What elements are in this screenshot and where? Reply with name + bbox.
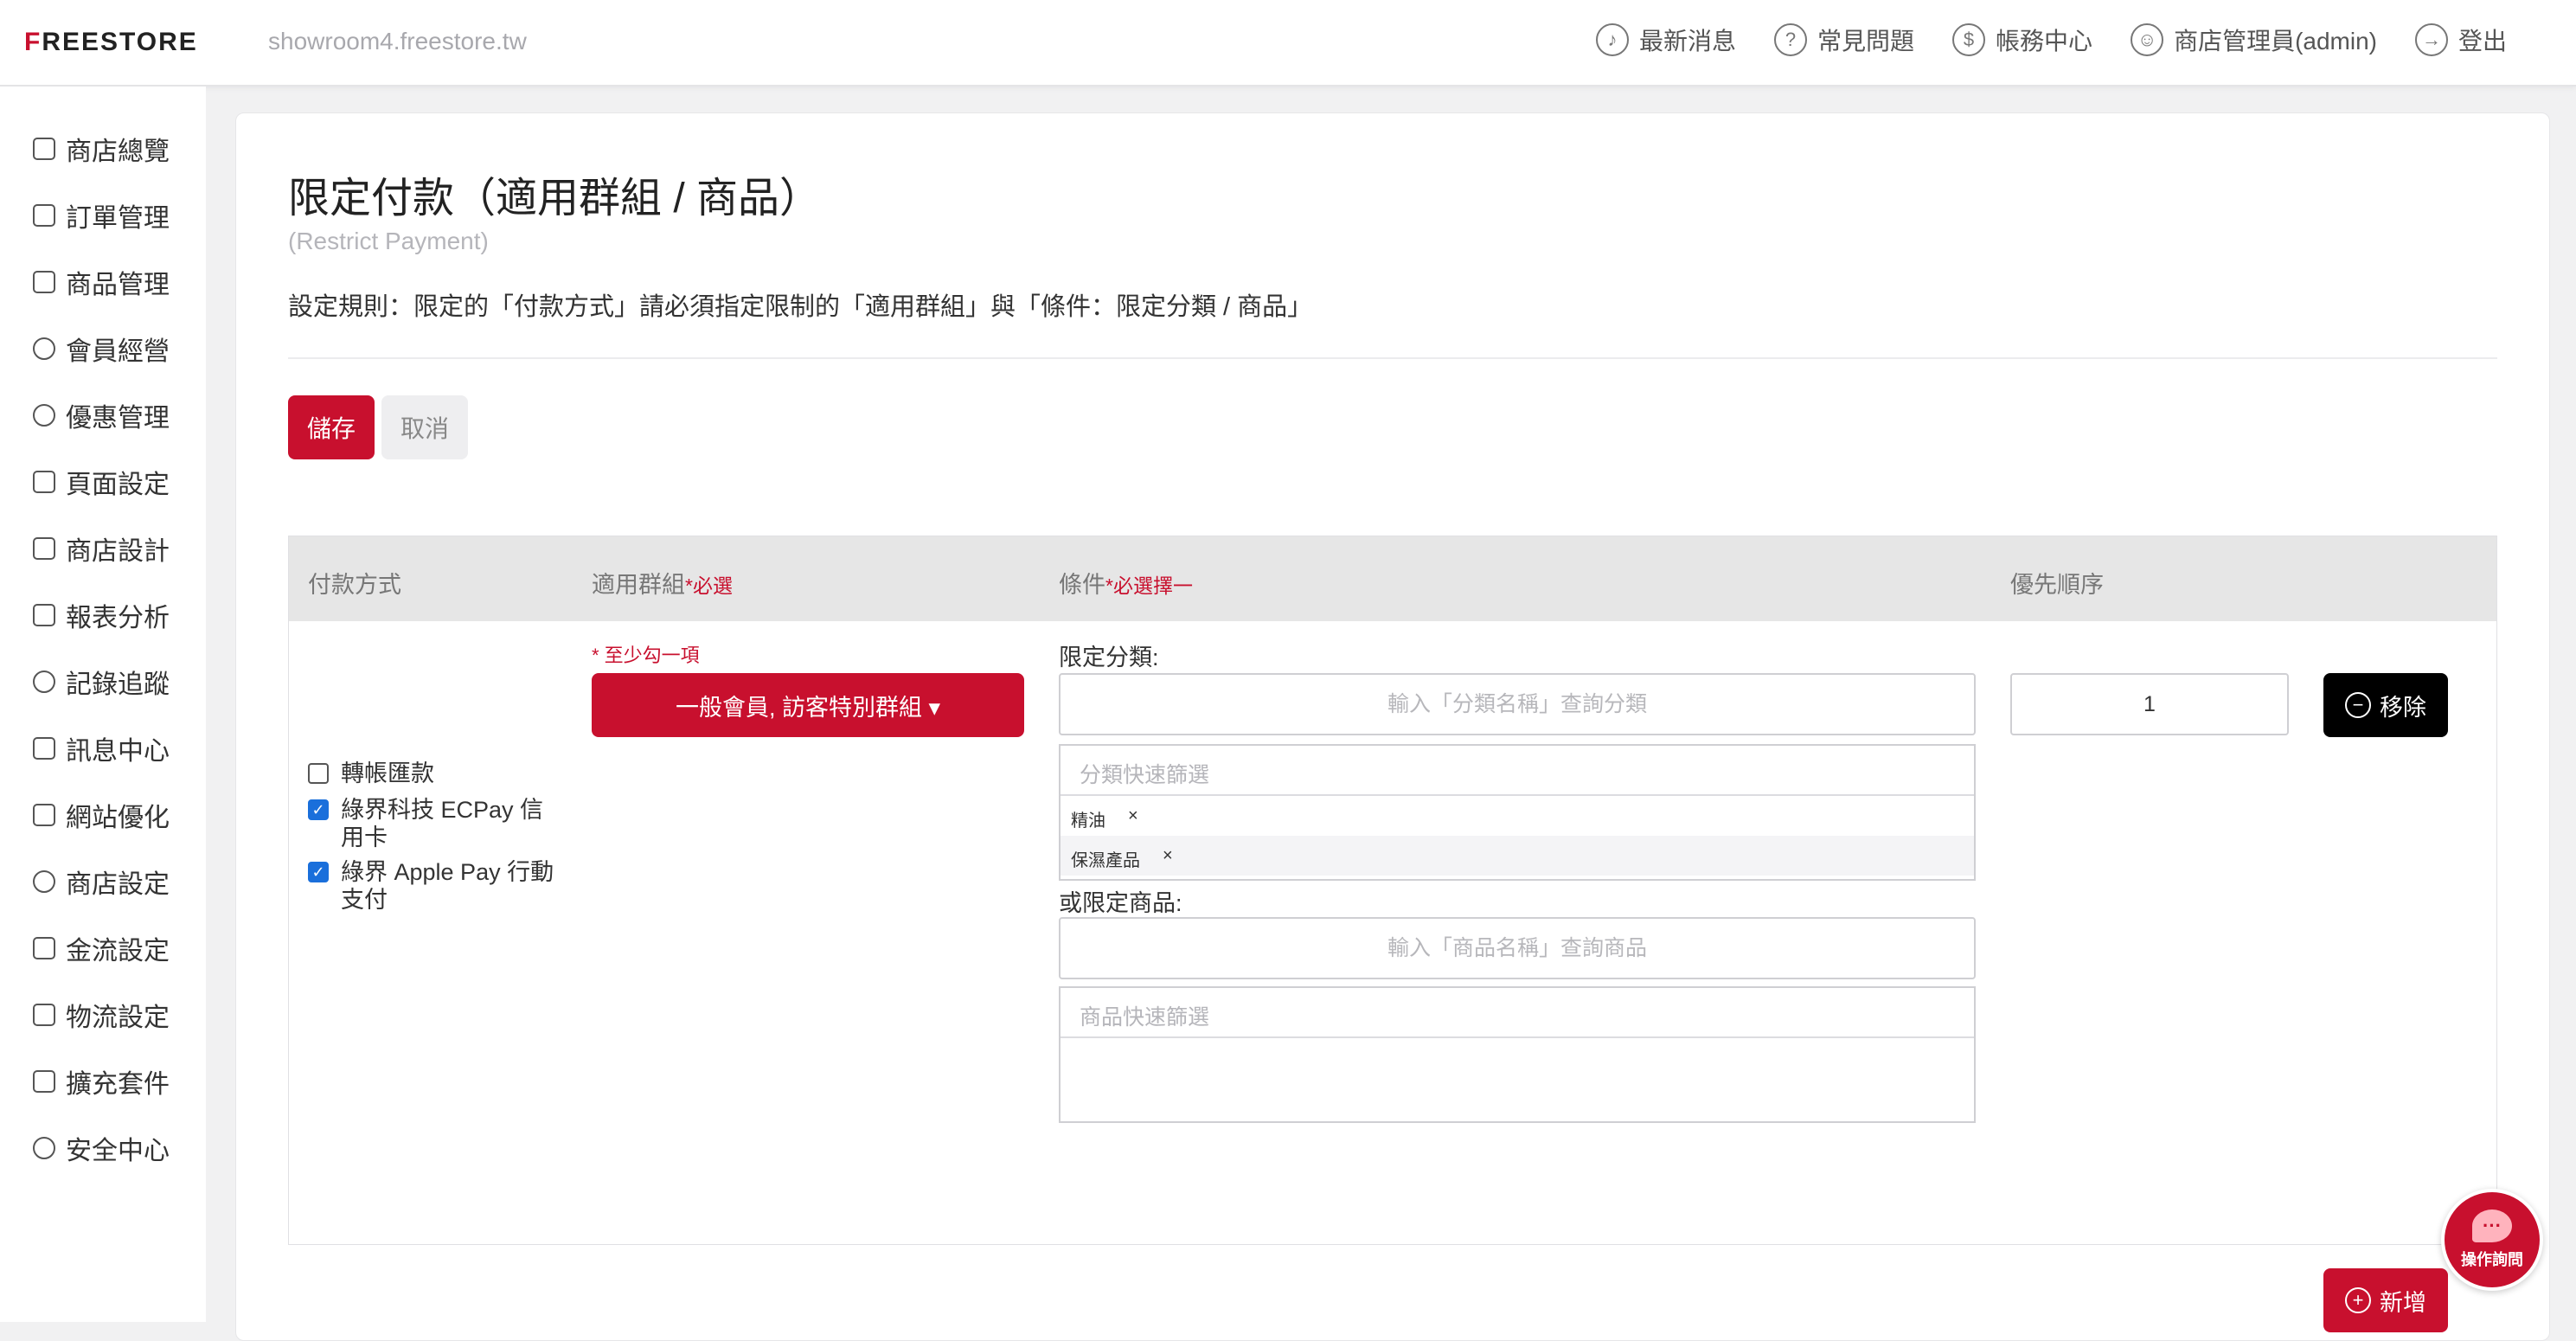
sidebar-item-design[interactable]: 商店設計 (33, 529, 170, 568)
sidebar-item-seo[interactable]: 網站優化 (33, 796, 170, 834)
sidebar-item-logistics[interactable]: 物流設定 (33, 996, 170, 1034)
shield-icon (33, 1137, 55, 1159)
category-label: 限定分類: (1059, 645, 1159, 670)
product-search-input[interactable] (1059, 917, 1976, 979)
page-subtitle: (Restrict Payment) (288, 228, 489, 254)
close-icon[interactable]: × (1163, 846, 1173, 865)
nav-faq[interactable]: ? 常見問題 (1774, 22, 1914, 57)
card-icon (33, 937, 55, 959)
plus-circle-icon: + (2345, 1287, 2371, 1313)
rule-description: 設定規則：限定的「付款方式」請必須指定限制的「適用群組」與「條件：限定分類 / … (288, 293, 1313, 321)
payment-option-ecpay-card[interactable]: ✓ 綠界科技 ECPay 信用卡 (308, 796, 559, 851)
sidebar-item-store-settings[interactable]: 商店設定 (33, 863, 170, 901)
category-filter-input[interactable]: 分類快速篩選 (1061, 746, 1974, 796)
truck-icon (33, 1004, 55, 1026)
caret-down-icon: ▾ (928, 694, 941, 721)
product-filter-box: 商品快速篩選 (1059, 986, 1976, 1123)
product-filter-input[interactable]: 商品快速篩選 (1061, 988, 1974, 1038)
nav-logout[interactable]: → 登出 (2414, 22, 2507, 57)
sidebar-item-promotions[interactable]: 優惠管理 (33, 396, 170, 434)
freestore-logo[interactable]: FREESTORE (24, 28, 198, 57)
header-priority: 優先順序 (2010, 572, 2104, 598)
megaphone-icon (33, 737, 55, 760)
sidebar-item-tracking[interactable]: 記錄追蹤 (33, 663, 170, 701)
basket-icon (33, 204, 55, 227)
checkbox[interactable] (308, 763, 329, 784)
add-button[interactable]: + 新增 (2323, 1268, 2448, 1332)
checkbox-checked[interactable]: ✓ (308, 799, 329, 820)
monitor-icon (33, 804, 55, 826)
product-label: 或限定商品: (1059, 890, 1182, 916)
logout-icon: → (2414, 23, 2448, 56)
page-title: 限定付款（適用群組 / 商品） (288, 176, 822, 221)
sidebar-item-reports[interactable]: 報表分析 (33, 596, 170, 634)
sidebar-item-overview[interactable]: 商店總覽 (33, 130, 170, 168)
payment-option-transfer[interactable]: 轉帳匯款 (308, 760, 559, 787)
table-header: 付款方式 適用群組*必選 條件*必選擇一 優先順序 (289, 536, 2496, 621)
save-button[interactable]: 儲存 (288, 395, 375, 459)
chat-bubble-icon: ··· (2472, 1209, 2512, 1242)
clipboard-icon (33, 271, 55, 293)
category-search-input[interactable] (1059, 673, 1976, 735)
priority-input[interactable] (2010, 673, 2289, 735)
sidebar-item-payment-settings[interactable]: 金流設定 (33, 929, 170, 967)
header-payment: 付款方式 (308, 572, 401, 598)
apps-icon (33, 1070, 55, 1093)
remove-button[interactable]: − 移除 (2323, 673, 2448, 737)
sidebar: 商店總覽 訂單管理 商品管理 會員經營 優惠管理 頁面設定 商店設計 報表分析 … (0, 87, 206, 1322)
nav-admin[interactable]: ☺ 商店管理員(admin) (2131, 22, 2377, 57)
header-group: 適用群組*必選 (592, 572, 733, 598)
top-bar: FREESTORE showroom4.freestore.tw ♪ 最新消息 … (0, 0, 2576, 87)
restriction-table: 付款方式 適用群組*必選 條件*必選擇一 優先順序 轉帳匯款 ✓ 綠界科技 EC… (288, 536, 2497, 1332)
sidebar-item-orders[interactable]: 訂單管理 (33, 196, 170, 234)
sidebar-item-extensions[interactable]: 擴充套件 (33, 1062, 170, 1100)
payment-option-apple-pay[interactable]: ✓ 綠界 Apple Pay 行動支付 (308, 858, 559, 914)
user-icon: ☺ (2131, 23, 2164, 56)
group-select-dropdown[interactable]: 一般會員, 訪客特別群組 ▾ (592, 673, 1024, 737)
person-icon (33, 337, 55, 360)
sidebar-item-security[interactable]: 安全中心 (33, 1129, 170, 1167)
nav-billing[interactable]: $ 帳務中心 (1952, 22, 2092, 57)
category-tag: 保濕產品 × (1061, 836, 1974, 876)
nav-news[interactable]: ♪ 最新消息 (1596, 22, 1736, 57)
cancel-button[interactable]: 取消 (381, 395, 468, 459)
store-domain: showroom4.freestore.tw (268, 28, 527, 55)
bell-icon: ♪ (1596, 23, 1630, 56)
checkbox-checked[interactable]: ✓ (308, 862, 329, 882)
group-hint: * 至少勾一項 (592, 645, 700, 666)
sidebar-item-pages[interactable]: 頁面設定 (33, 463, 170, 501)
help-chat-button[interactable]: ··· 操作詢問 (2441, 1189, 2543, 1291)
dollar-icon: $ (1952, 23, 1986, 56)
sidebar-item-messages[interactable]: 訊息中心 (33, 729, 170, 767)
main-card: 限定付款（適用群組 / 商品） (Restrict Payment) 設定規則：… (235, 112, 2550, 1341)
gear-icon (33, 870, 55, 893)
close-icon[interactable]: × (1128, 806, 1138, 825)
sidebar-item-products[interactable]: 商品管理 (33, 263, 170, 301)
target-icon (33, 670, 55, 693)
top-nav: ♪ 最新消息 ? 常見問題 $ 帳務中心 ☺ 商店管理員(admin) → 登出 (1596, 22, 2507, 57)
page-icon (33, 471, 55, 493)
header-condition: 條件*必選擇一 (1059, 572, 1193, 598)
minus-circle-icon: − (2345, 692, 2371, 718)
badge-icon (33, 404, 55, 427)
divider (288, 357, 2497, 359)
category-filter-box: 分類快速篩選 精油 × 保濕產品 × (1059, 744, 1976, 881)
chart-icon (33, 604, 55, 626)
sidebar-item-members[interactable]: 會員經營 (33, 330, 170, 368)
question-icon: ? (1774, 23, 1808, 56)
category-tag: 精油 × (1071, 806, 1138, 831)
paint-roller-icon (33, 537, 55, 560)
grid-icon (33, 138, 55, 160)
